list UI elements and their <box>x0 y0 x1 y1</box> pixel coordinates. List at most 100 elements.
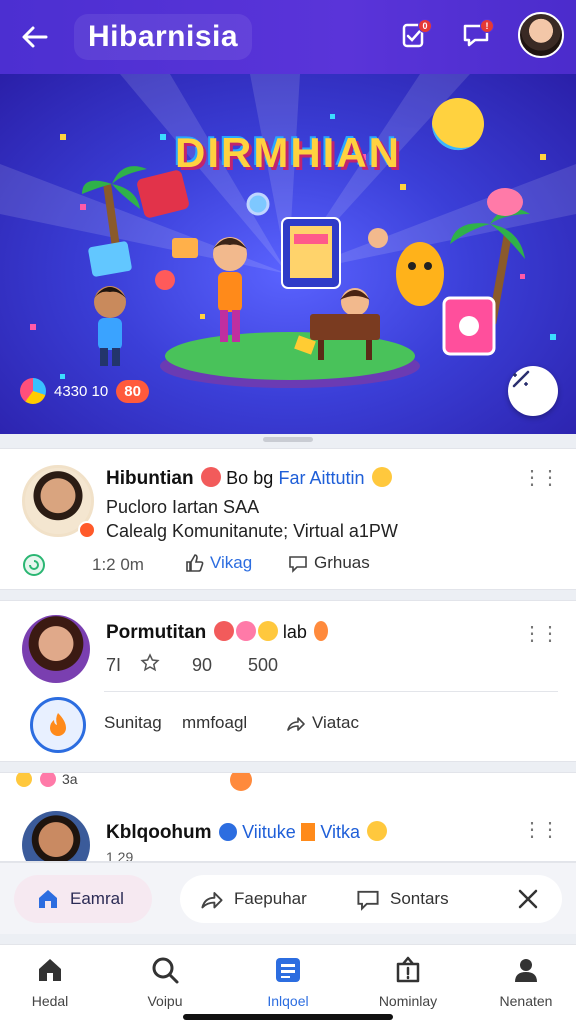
close-button[interactable] <box>510 875 546 923</box>
post-author: Hibuntian Bo bg Far Aittutin <box>106 467 392 490</box>
post-tag-link[interactable]: Far Aittutin <box>279 468 365 488</box>
comment-label: Grhuas <box>314 553 370 572</box>
post-card[interactable]: Pormutitan lab ⋮⋮ 7I 90 500 Sunitag mmfo… <box>0 600 576 762</box>
message-badge: ! <box>480 19 494 33</box>
emoji-icon <box>230 773 252 791</box>
share-label: Viatac <box>312 713 359 732</box>
share-button[interactable]: Viatac <box>286 713 359 733</box>
emoji-icon <box>314 621 329 641</box>
nav-feed-label: Inlqoel <box>267 993 309 1009</box>
status-badge <box>78 521 96 539</box>
hero-title: DIRMHIAN <box>175 129 401 176</box>
post-card[interactable]: 3a Kblqoohum Viituke Vitka ⋮⋮ 1 29 <box>0 772 576 862</box>
post-tag: Bo bg <box>226 468 274 488</box>
comments-label: Sontars <box>390 889 449 908</box>
nav-notifications-label: Nominlay <box>378 993 438 1009</box>
divider <box>104 691 558 692</box>
home-feed-label: Eamral <box>70 889 124 908</box>
nav-profile[interactable]: Nenaten <box>476 955 576 1009</box>
more-options-icon[interactable]: ⋮⋮ <box>522 817 560 842</box>
emoji-icon <box>16 773 32 787</box>
stats-icon <box>20 378 46 404</box>
flame-avatar[interactable] <box>30 697 86 753</box>
post-extra: lab <box>282 622 307 642</box>
app-title: Hibarnisia <box>74 14 253 60</box>
magic-wand-icon <box>512 370 530 388</box>
nav-home[interactable]: Hedal <box>0 955 100 1009</box>
post-sub: 1 29 <box>106 849 134 862</box>
post-stat-3: 500 <box>248 655 279 675</box>
post-action-1[interactable]: Sunitag <box>104 713 162 733</box>
time-label: 1:2 0m <box>92 555 144 574</box>
action-bar: Eamral Faepuhar Sontars <box>0 862 576 934</box>
like-button[interactable]: Vikag <box>184 553 252 573</box>
author-name[interactable]: Kblqoohum <box>106 822 212 843</box>
thumbs-up-icon <box>186 554 204 572</box>
alert-box-icon <box>396 956 420 983</box>
comments-button[interactable]: Sontars <box>356 875 449 923</box>
search-icon <box>152 957 179 984</box>
post-time: 1:2 0m <box>22 553 144 577</box>
emoji-icon <box>257 621 278 641</box>
back-button[interactable] <box>10 12 60 62</box>
bookmark-icon <box>301 823 316 841</box>
post-action-2[interactable]: mmfoagl <box>182 713 247 733</box>
emoji-icon <box>200 467 221 487</box>
post-stat-2: 90 <box>192 655 213 675</box>
more-options-icon[interactable]: ⋮⋮ <box>522 465 560 490</box>
nav-search[interactable]: Voipu <box>115 955 215 1009</box>
emoji-icon <box>40 773 56 787</box>
emoji-icon <box>213 621 234 641</box>
close-icon <box>518 889 538 909</box>
refresh-icon <box>23 554 45 576</box>
author-name[interactable]: Pormutitan <box>106 622 206 643</box>
post-tag-link[interactable]: Viituke <box>242 822 296 842</box>
post-card[interactable]: Hibuntian Bo bg Far Aittutin ⋮⋮ Pucloro … <box>0 448 576 590</box>
nav-home-label: Hedal <box>31 993 69 1009</box>
nav-notifications[interactable]: Nominlay <box>358 955 458 1009</box>
peek-number: 3a <box>62 772 78 787</box>
post-author: Kblqoohum Viituke Vitka <box>106 821 388 844</box>
more-options-icon[interactable]: ⋮⋮ <box>522 621 560 646</box>
sheet-handle[interactable] <box>263 437 313 442</box>
messages-button[interactable]: ! <box>456 15 496 55</box>
star-icon <box>140 653 160 672</box>
nav-feed[interactable]: Inlqoel <box>238 955 338 1009</box>
emoji-icon <box>235 621 256 641</box>
home-icon <box>39 890 57 908</box>
post-author: Pormutitan lab <box>106 621 329 644</box>
author-name[interactable]: Hibuntian <box>106 468 194 489</box>
verified-icon <box>218 823 237 841</box>
hero-stats: 4330 10 80 <box>20 378 149 404</box>
post-peek-row: 3a <box>14 772 78 787</box>
hero-banner[interactable]: DIRMHIAN 4330 10 80 <box>0 74 576 434</box>
app-header: Hibarnisia 0 ! <box>0 0 576 74</box>
arrow-left-icon <box>22 26 48 48</box>
avatar[interactable] <box>22 615 90 683</box>
nav-search-label: Voipu <box>147 993 183 1009</box>
repost-button[interactable]: Faepuhar <box>200 875 307 923</box>
like-label: Vikag <box>210 553 253 572</box>
hero-stat-pill: 80 <box>116 379 149 403</box>
home-feed-button[interactable]: Eamral <box>14 875 152 923</box>
post-tag-link[interactable]: Vitka <box>320 822 360 842</box>
edit-fab-button[interactable] <box>508 366 558 416</box>
hero-stat-number: 4330 10 <box>54 382 109 400</box>
feed-icon <box>276 958 300 982</box>
comment-icon <box>289 556 307 573</box>
post-line-1: Pucloro Iartan SAA <box>106 497 260 517</box>
comment-icon <box>357 890 379 911</box>
share-icon <box>287 717 305 731</box>
home-icon <box>39 959 61 981</box>
repost-label: Faepuhar <box>234 889 307 908</box>
user-icon <box>515 959 537 982</box>
flame-icon <box>50 713 66 736</box>
post-stat-1: 7I <box>106 655 122 675</box>
action-group: Faepuhar Sontars <box>180 875 562 923</box>
home-indicator <box>183 1014 393 1020</box>
nav-profile-label: Nenaten <box>499 993 553 1009</box>
comment-button[interactable]: Grhuas <box>288 553 370 573</box>
avatar[interactable] <box>22 811 90 861</box>
notifications-button[interactable]: 0 <box>394 15 434 55</box>
profile-avatar[interactable] <box>518 12 564 58</box>
